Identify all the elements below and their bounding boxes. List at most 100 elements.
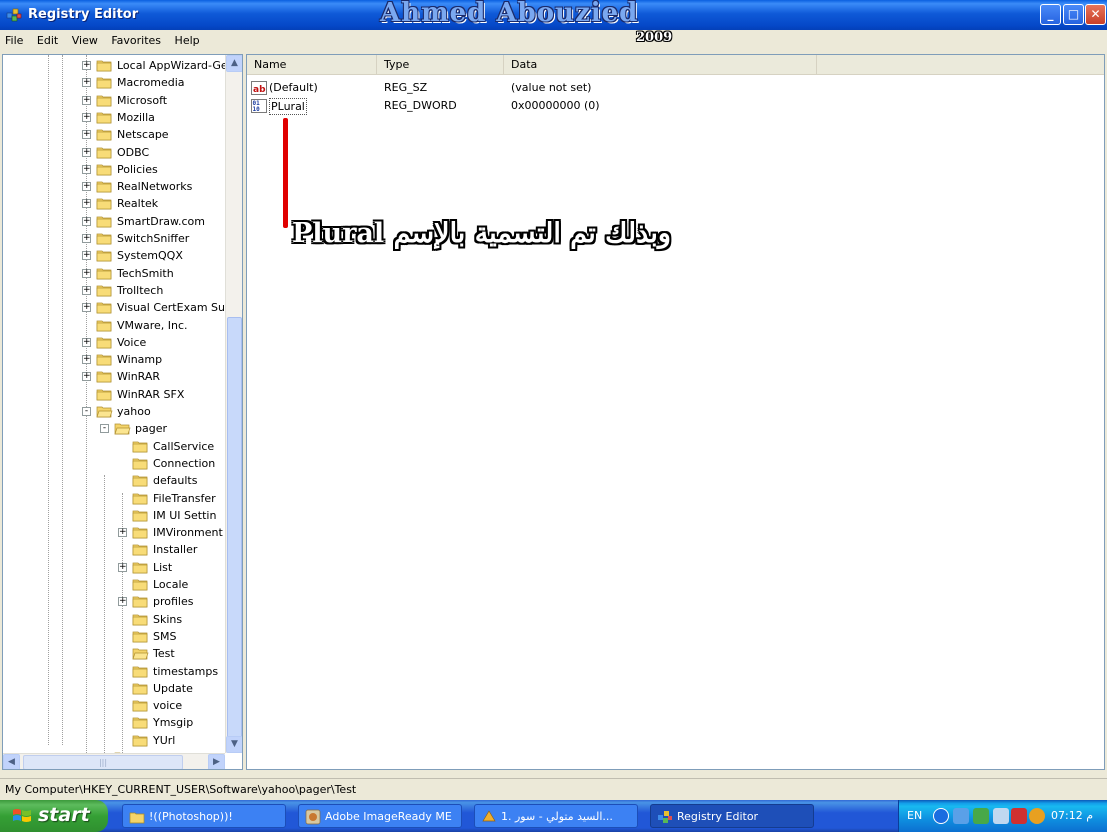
column-data[interactable]: Data	[504, 55, 817, 75]
folder-icon	[96, 146, 113, 159]
clock: 07:12 م	[1051, 809, 1094, 822]
folder-icon	[96, 370, 113, 383]
expand-toggle-icon[interactable]: +	[82, 182, 91, 192]
folder-icon	[129, 812, 145, 824]
menu-view[interactable]: View	[67, 30, 103, 51]
taskbar-button-registry-editor[interactable]: Registry Editor	[650, 804, 814, 828]
expand-toggle-icon[interactable]: +	[118, 528, 127, 538]
expand-toggle-icon[interactable]: +	[82, 303, 91, 313]
folder-icon	[132, 492, 149, 505]
tree-item-label: Policies	[117, 162, 158, 176]
values-list-pane[interactable]: Name Type Data ab (Default) REG_SZ (valu…	[246, 54, 1105, 770]
svg-text:10: 10	[253, 106, 261, 113]
expand-toggle-icon[interactable]: +	[82, 372, 91, 382]
column-type[interactable]: Type	[377, 55, 504, 75]
svg-text:ab: ab	[253, 85, 266, 95]
tree-item-label: Trolltech	[117, 283, 164, 297]
tree-item-label: SMS	[153, 629, 177, 643]
messenger-icon[interactable]	[1029, 808, 1045, 824]
folder-icon	[132, 682, 149, 695]
window-title: Registry Editor	[28, 7, 139, 22]
minimize-button[interactable]: _	[1040, 4, 1061, 25]
folder-icon	[132, 595, 149, 608]
tray-app-icon[interactable]	[973, 808, 989, 824]
tree-item-label: Winamp	[117, 353, 163, 367]
menu-file[interactable]: File	[0, 30, 28, 51]
expand-toggle-icon[interactable]: +	[82, 285, 91, 295]
tree-item-label: Mozilla	[117, 110, 155, 124]
taskbar-button-photoshop-folder[interactable]: !((Photoshop))!	[122, 804, 286, 828]
network-icon[interactable]	[953, 808, 969, 824]
title-bar[interactable]: Registry Editor Ahmed Abouzied _ □ ✕	[0, 0, 1107, 30]
value-type: REG_DWORD	[384, 99, 457, 112]
start-button[interactable]: start	[0, 800, 108, 832]
tree-item-label: IMVironment	[153, 526, 223, 540]
tree-item-label: Update	[153, 681, 193, 695]
scroll-right-icon[interactable]: ▶	[208, 754, 225, 769]
value-name-editing[interactable]: PLural	[269, 98, 307, 115]
menu-favorites[interactable]: Favorites	[106, 30, 166, 51]
tree-item-label: Macromedia	[117, 76, 185, 90]
expand-toggle-icon[interactable]: +	[82, 112, 91, 122]
column-name[interactable]: Name	[247, 55, 377, 75]
folder-icon	[132, 734, 149, 747]
language-indicator[interactable]: EN	[907, 809, 922, 822]
expand-toggle-icon[interactable]: +	[82, 199, 91, 209]
expand-toggle-icon[interactable]: +	[82, 147, 91, 157]
taskbar-button-media[interactable]: 1. السيد متولي - سور...	[474, 804, 638, 828]
menu-edit[interactable]: Edit	[32, 30, 63, 51]
tree-item-label: Voice	[117, 335, 147, 349]
tree-vertical-scrollbar[interactable]: ▲ ▼	[225, 55, 242, 753]
expand-toggle-icon[interactable]: +	[82, 234, 91, 243]
folder-icon	[132, 647, 149, 660]
scroll-down-icon[interactable]: ▼	[226, 736, 242, 753]
expand-toggle-icon[interactable]: +	[118, 597, 127, 607]
tree-guide-line	[86, 55, 87, 753]
expand-toggle-icon[interactable]: +	[82, 216, 91, 226]
tree-item-label: ODBC	[117, 145, 150, 159]
volume-icon[interactable]	[993, 808, 1009, 824]
expand-toggle-icon[interactable]: +	[118, 562, 127, 572]
antivirus-icon[interactable]	[1011, 808, 1027, 824]
menu-help[interactable]: Help	[170, 30, 205, 51]
tree-item-label: voice	[153, 699, 183, 713]
folder-icon	[132, 699, 149, 712]
expand-toggle-icon[interactable]: +	[82, 337, 91, 347]
folder-icon	[96, 215, 113, 228]
expand-toggle-icon[interactable]: +	[82, 61, 91, 70]
tree-item-label: Local AppWizard-Ge	[117, 59, 225, 72]
tree-item-label: Realtek	[117, 197, 159, 211]
maximize-button[interactable]: □	[1063, 4, 1084, 25]
expand-toggle-icon[interactable]: +	[82, 164, 91, 174]
value-row[interactable]: 01 10 PLural REG_DWORD 0x00000000 (0)	[247, 97, 1104, 115]
value-row[interactable]: ab (Default) REG_SZ (value not set)	[247, 79, 1104, 97]
value-name: (Default)	[269, 81, 318, 94]
tree-item-label: yahoo	[117, 405, 151, 418]
expand-toggle-icon[interactable]: +	[82, 251, 91, 261]
key-tree-pane[interactable]: + Local AppWizard-Ge + Macromedia + Microsoft…	[2, 54, 243, 770]
tree-item-label: Visual CertExam Suil	[117, 301, 225, 315]
expand-toggle-icon[interactable]: +	[82, 95, 91, 105]
tree-item-label: WinRAR SFX	[117, 387, 185, 401]
folder-icon	[132, 613, 149, 626]
close-button[interactable]: ✕	[1085, 4, 1106, 25]
scroll-thumb[interactable]	[227, 317, 242, 747]
scroll-thumb[interactable]: |||	[23, 755, 183, 769]
tree-item-label: Locale	[153, 578, 189, 591]
expand-toggle-icon[interactable]: +	[82, 130, 91, 140]
tree-item-label: List	[153, 560, 173, 574]
collapse-toggle-icon[interactable]: -	[100, 424, 109, 434]
show-hidden-icons-icon[interactable]	[933, 808, 949, 824]
folder-icon	[132, 440, 149, 453]
expand-toggle-icon[interactable]: +	[82, 78, 91, 88]
expand-toggle-icon[interactable]: +	[82, 268, 91, 278]
scroll-left-icon[interactable]: ◀	[3, 754, 20, 769]
tree-item-label: CallService	[153, 439, 215, 453]
scroll-up-icon[interactable]: ▲	[226, 55, 242, 72]
expand-toggle-icon[interactable]: +	[82, 355, 91, 365]
taskbar-button-imageready[interactable]: Adobe ImageReady ME	[298, 804, 462, 828]
tree-item-label: Connection	[153, 456, 216, 470]
collapse-toggle-icon[interactable]: -	[82, 407, 91, 416]
tree-item-label: Microsoft	[117, 93, 168, 107]
tree-horizontal-scrollbar[interactable]: ◀ ||| ▶	[3, 753, 225, 769]
